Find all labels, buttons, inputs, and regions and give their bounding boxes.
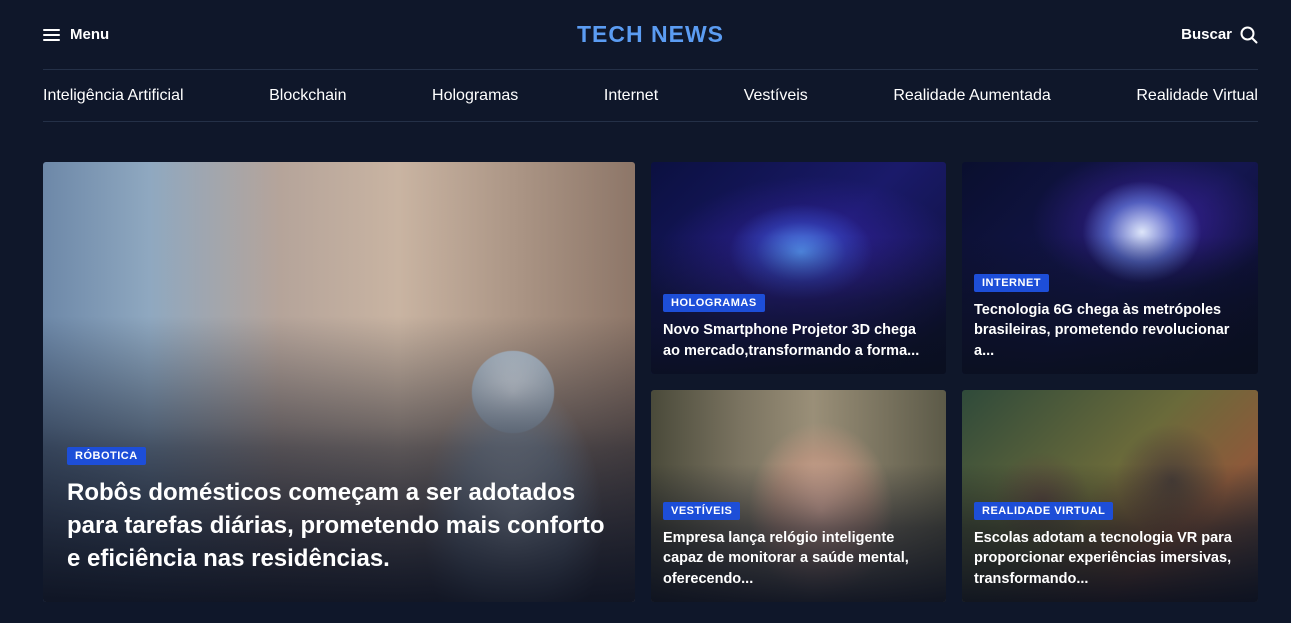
category-badge[interactable]: HOLOGRAMAS bbox=[663, 294, 765, 313]
category-badge[interactable]: VESTÍVEIS bbox=[663, 502, 741, 521]
nav-item-internet[interactable]: Internet bbox=[604, 87, 658, 105]
article-title[interactable]: Tecnologia 6G chega às metrópoles brasil… bbox=[974, 300, 1246, 361]
menu-label: Menu bbox=[70, 26, 110, 43]
nav-item-realidade-virtual[interactable]: Realidade Virtual bbox=[1136, 87, 1258, 105]
search-icon bbox=[1240, 26, 1258, 43]
site-logo[interactable]: TECH NEWS bbox=[577, 21, 724, 48]
nav-item-realidade-aumentada[interactable]: Realidade Aumentada bbox=[893, 87, 1050, 105]
article-card-internet[interactable]: INTERNET Tecnologia 6G chega às metrópol… bbox=[962, 162, 1258, 374]
article-title[interactable]: Novo Smartphone Projetor 3D chega ao mer… bbox=[663, 320, 934, 361]
article-title[interactable]: Empresa lança relógio inteligente capaz … bbox=[663, 528, 934, 589]
menu-button[interactable]: Menu bbox=[43, 26, 109, 43]
nav-item-inteligencia-artificial[interactable]: Inteligência Artificial bbox=[43, 87, 184, 105]
search-button[interactable]: Buscar bbox=[1181, 26, 1258, 44]
featured-article-card[interactable]: RÓBOTICA Robôs domésticos começam a ser … bbox=[43, 162, 635, 602]
nav-item-vestiveis[interactable]: Vestíveis bbox=[744, 87, 808, 105]
category-badge[interactable]: INTERNET bbox=[974, 274, 1049, 293]
featured-article-title[interactable]: Robôs domésticos começam a ser adotados … bbox=[67, 477, 611, 576]
category-badge[interactable]: RÓBOTICA bbox=[67, 447, 146, 466]
article-card-realidade-virtual[interactable]: REALIDADE VIRTUAL Escolas adotam a tecno… bbox=[962, 390, 1258, 602]
category-nav: Inteligência Artificial Blockchain Holog… bbox=[43, 71, 1258, 122]
category-badge[interactable]: REALIDADE VIRTUAL bbox=[974, 502, 1114, 521]
search-label: Buscar bbox=[1181, 26, 1232, 43]
article-card-vestiveis[interactable]: VESTÍVEIS Empresa lança relógio intelige… bbox=[651, 390, 946, 602]
article-title[interactable]: Escolas adotam a tecnologia VR para prop… bbox=[974, 528, 1246, 589]
header: Menu TECH NEWS Buscar bbox=[43, 0, 1258, 70]
nav-item-blockchain[interactable]: Blockchain bbox=[269, 87, 346, 105]
hamburger-icon bbox=[43, 28, 60, 41]
article-card-hologramas[interactable]: HOLOGRAMAS Novo Smartphone Projetor 3D c… bbox=[651, 162, 946, 374]
nav-item-hologramas[interactable]: Hologramas bbox=[432, 87, 518, 105]
